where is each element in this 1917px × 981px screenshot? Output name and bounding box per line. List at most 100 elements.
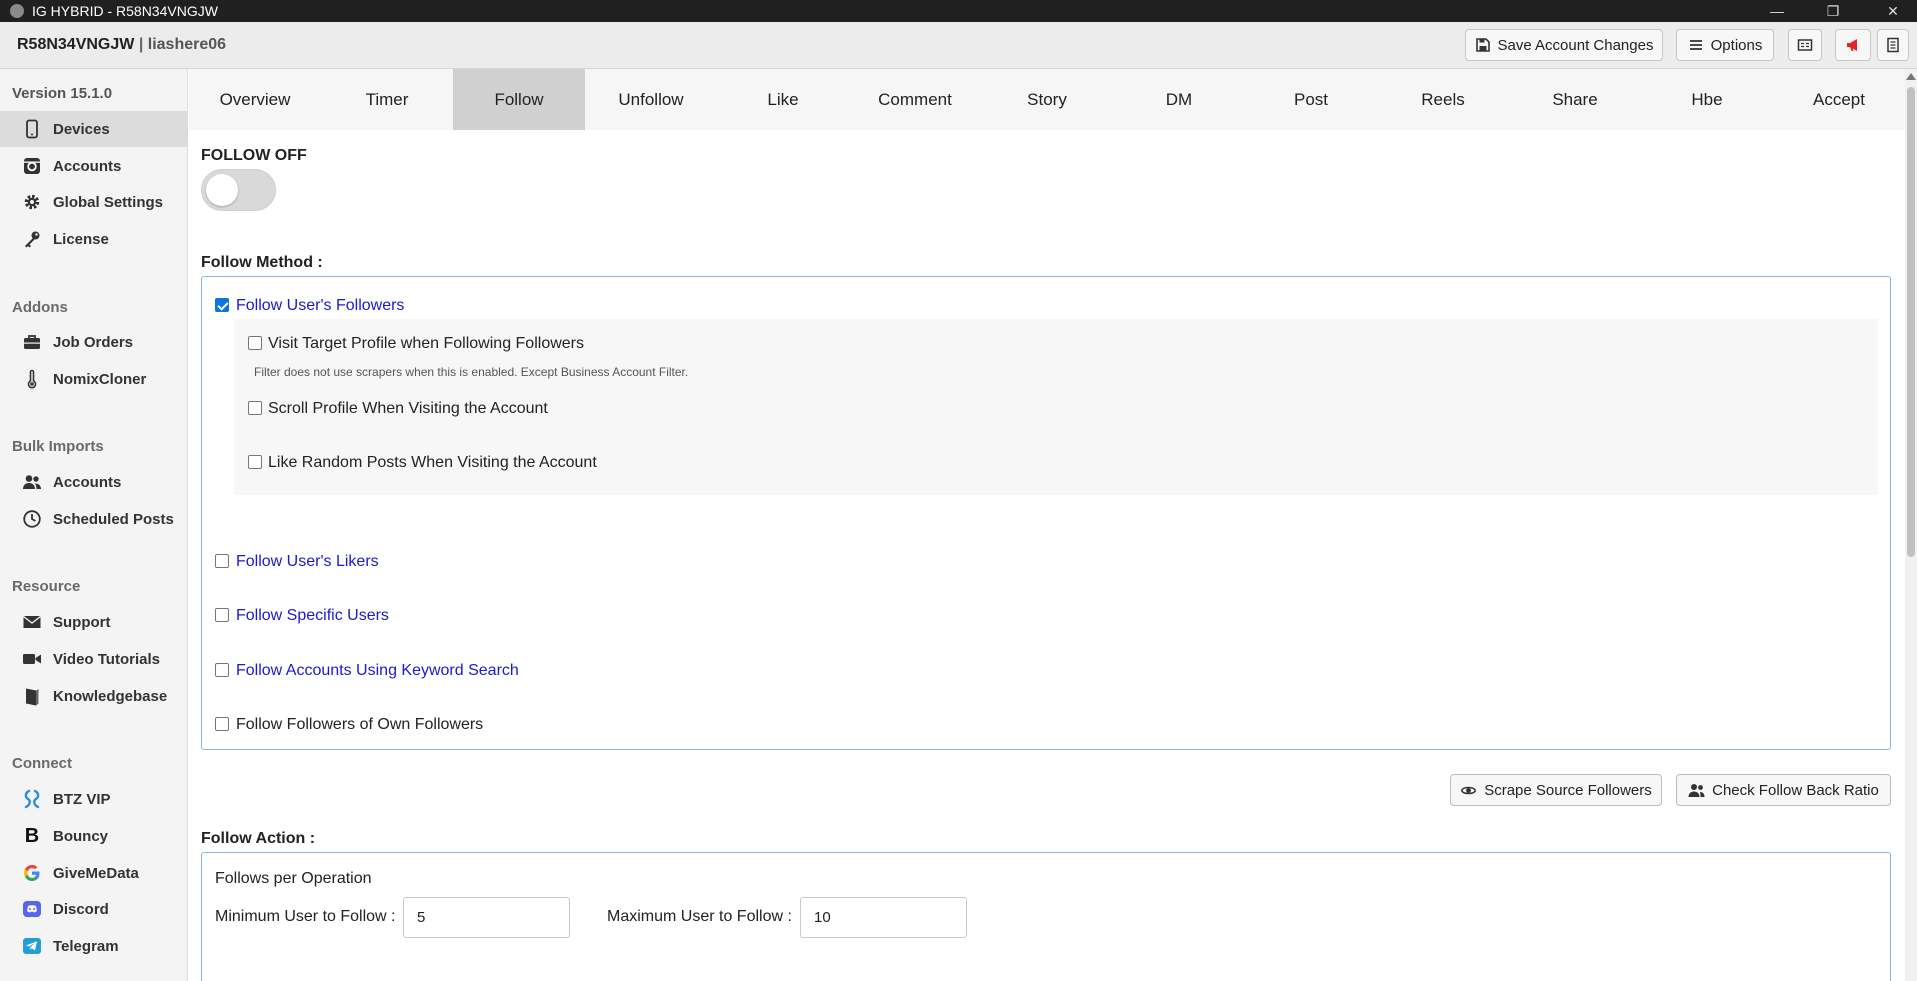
follow-likers-checkbox[interactable]	[215, 554, 229, 568]
follow-own-followers-label[interactable]: Follow Followers of Own Followers	[236, 716, 483, 734]
tab-unfollow[interactable]: Unfollow	[585, 69, 717, 130]
tab-share[interactable]: Share	[1509, 69, 1641, 130]
tab-overview[interactable]: Overview	[189, 69, 321, 130]
sidebar-item-bouncy[interactable]: B Bouncy	[0, 818, 188, 854]
account-header: R58N34VNGJW | liashere06 Save Account Ch…	[0, 22, 1917, 69]
scroll-up-icon[interactable]	[1906, 73, 1916, 80]
min-follow-input[interactable]: 5	[403, 897, 570, 938]
megaphone-icon	[1847, 39, 1857, 51]
tab-follow[interactable]: Follow	[453, 69, 585, 130]
follow-specific-checkbox[interactable]	[215, 608, 229, 622]
sidebar-item-givemedata[interactable]: GiveMeData	[0, 855, 188, 891]
main-scrollbar[interactable]	[1905, 69, 1917, 981]
menu-icon	[1689, 40, 1702, 50]
follow-enable-toggle[interactable]	[201, 169, 276, 211]
tab-like[interactable]: Like	[717, 69, 849, 130]
visit-target-label[interactable]: Visit Target Profile when Following Foll…	[268, 335, 584, 353]
tab-dm[interactable]: DM	[1113, 69, 1245, 130]
follow-specific-label[interactable]: Follow Specific Users	[236, 607, 389, 625]
sidebar-item-label: License	[53, 230, 109, 248]
check-follow-back-ratio-button[interactable]: Check Follow Back Ratio	[1676, 774, 1891, 806]
sidebar-item-label: Discord	[53, 900, 109, 918]
close-icon[interactable]: ✕	[1870, 0, 1916, 22]
like-random-label[interactable]: Like Random Posts When Visiting the Acco…	[268, 454, 597, 472]
options-label: Options	[1710, 36, 1763, 54]
scroll-profile-checkbox[interactable]	[248, 401, 262, 415]
sidebar-item-label: GiveMeData	[53, 864, 139, 882]
scrollbar-thumb[interactable]	[1907, 87, 1915, 557]
tab-accept[interactable]: Accept	[1773, 69, 1905, 130]
tab-comment[interactable]: Comment	[849, 69, 981, 130]
sidebar-item-devices[interactable]: Devices	[0, 111, 188, 147]
tab-hbe[interactable]: Hbe	[1641, 69, 1773, 130]
max-follow-label: Maximum User to Follow :	[607, 908, 792, 925]
sidebar-item-btz-vip[interactable]: BTZ VIP	[0, 781, 188, 817]
user-check-icon	[1688, 783, 1705, 797]
sidebar: Version 15.1.0 Devices Accounts Global S…	[0, 69, 188, 981]
key-icon	[21, 228, 43, 250]
book-icon	[21, 685, 43, 707]
scrape-button-label: Scrape Source Followers	[1484, 781, 1652, 799]
instagram-icon	[21, 155, 43, 177]
follow-followers-checkbox[interactable]	[215, 298, 229, 312]
follow-method-box: Follow User's Followers Visit Target Pro…	[201, 276, 1891, 750]
logs-button[interactable]	[1788, 29, 1822, 61]
sidebar-item-telegram[interactable]: Telegram	[0, 928, 188, 964]
id-card-icon	[1797, 39, 1813, 51]
sidebar-item-scheduled-posts[interactable]: Scheduled Posts	[0, 501, 188, 537]
sidebar-item-discord[interactable]: Discord	[0, 891, 188, 927]
sidebar-item-accounts[interactable]: Accounts	[0, 148, 188, 184]
follow-action-heading: Follow Action :	[201, 830, 316, 847]
tab-reels[interactable]: Reels	[1377, 69, 1509, 130]
sidebar-item-bulk-accounts[interactable]: Accounts	[0, 464, 188, 500]
sidebar-item-label: Accounts	[53, 473, 122, 491]
app-icon	[10, 4, 24, 18]
follows-per-operation-label: Follows per Operation	[215, 870, 372, 887]
follow-status-label: FOLLOW OFF	[201, 147, 307, 164]
followers-suboptions: Visit Target Profile when Following Foll…	[234, 319, 1878, 495]
sidebar-item-knowledgebase[interactable]: Knowledgebase	[0, 678, 188, 714]
restore-icon[interactable]: ❐	[1810, 0, 1856, 22]
sidebar-item-label: Accounts	[53, 157, 122, 175]
save-icon	[1475, 38, 1490, 52]
follow-followers-label[interactable]: Follow User's Followers	[236, 297, 404, 315]
tab-timer[interactable]: Timer	[321, 69, 453, 130]
scrape-source-followers-button[interactable]: Scrape Source Followers	[1450, 774, 1662, 806]
document-icon	[1887, 37, 1899, 53]
toggle-knob	[206, 174, 238, 206]
section-heading-addons: Addons	[12, 299, 68, 316]
visit-target-checkbox[interactable]	[248, 336, 262, 350]
notes-button[interactable]	[1877, 29, 1909, 61]
like-random-checkbox[interactable]	[248, 455, 262, 469]
discord-icon	[21, 898, 43, 920]
sidebar-item-global-settings[interactable]: Global Settings	[0, 184, 188, 220]
sidebar-item-video-tutorials[interactable]: Video Tutorials	[0, 641, 188, 677]
account-identity: R58N34VNGJW | liashere06	[17, 36, 226, 54]
sidebar-item-nomixcloner[interactable]: NomixCloner	[0, 361, 188, 397]
header-separator: |	[138, 36, 144, 53]
save-account-changes-button[interactable]: Save Account Changes	[1465, 29, 1663, 61]
minimize-icon[interactable]: —	[1754, 0, 1800, 22]
sidebar-item-label: Global Settings	[53, 193, 164, 211]
btz-icon	[21, 788, 43, 810]
follow-keyword-checkbox[interactable]	[215, 663, 229, 677]
sidebar-item-label: Video Tutorials	[53, 650, 160, 668]
tab-story[interactable]: Story	[981, 69, 1113, 130]
options-button[interactable]: Options	[1676, 29, 1774, 61]
announcements-button[interactable]	[1835, 29, 1871, 61]
follow-own-followers-checkbox[interactable]	[215, 717, 229, 731]
envelope-icon	[21, 611, 43, 633]
sidebar-item-support[interactable]: Support	[0, 604, 188, 640]
sidebar-item-job-orders[interactable]: Job Orders	[0, 324, 188, 360]
google-icon	[21, 862, 43, 884]
follow-keyword-label[interactable]: Follow Accounts Using Keyword Search	[236, 662, 519, 680]
sidebar-item-label: Telegram	[53, 937, 119, 955]
scroll-profile-label[interactable]: Scroll Profile When Visiting the Account	[268, 400, 548, 418]
sidebar-item-label: Knowledgebase	[53, 687, 168, 705]
section-heading-connect: Connect	[12, 755, 72, 772]
max-follow-input[interactable]: 10	[800, 897, 967, 938]
sidebar-item-license[interactable]: License	[0, 221, 188, 257]
tab-post[interactable]: Post	[1245, 69, 1377, 130]
follow-likers-label[interactable]: Follow User's Likers	[236, 553, 379, 571]
check-ratio-label: Check Follow Back Ratio	[1712, 781, 1879, 799]
